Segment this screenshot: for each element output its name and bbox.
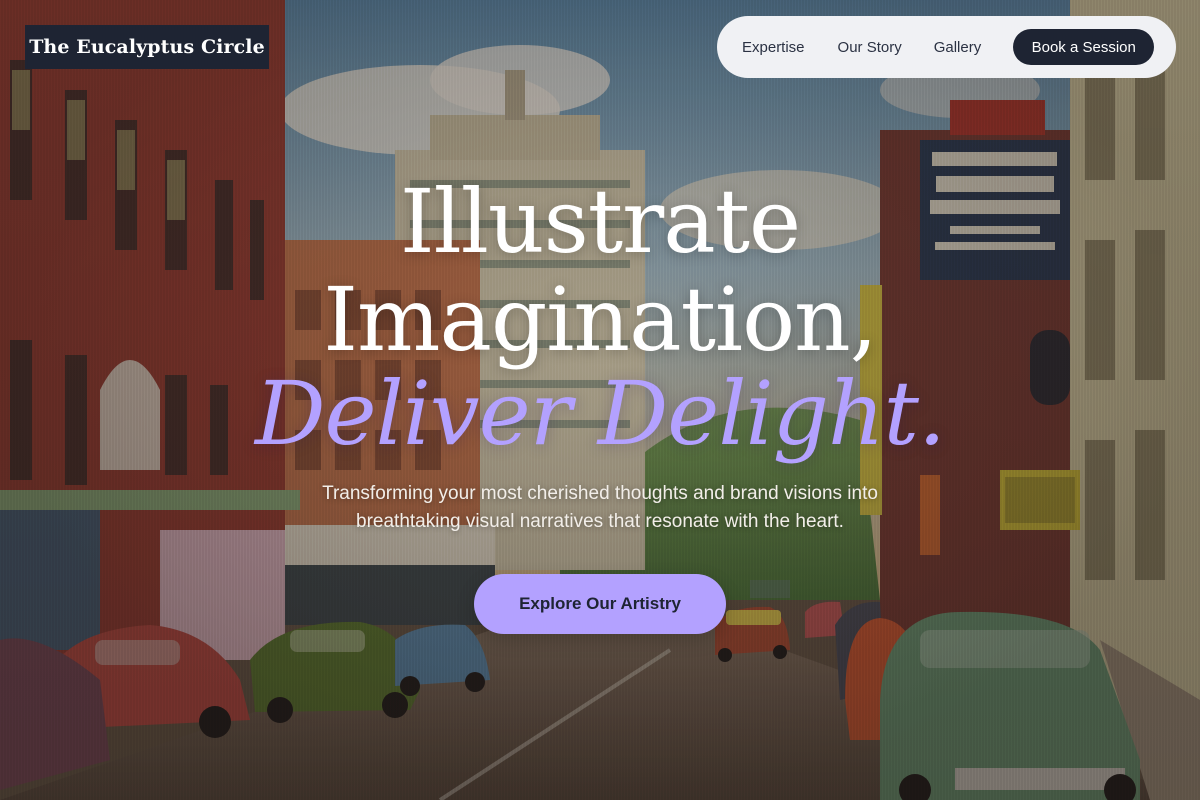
hero-subtitle-line-1: Transforming your most cherished thought… — [322, 483, 878, 504]
book-session-button[interactable]: Book a Session — [1013, 29, 1155, 65]
brand-logo[interactable]: The Eucalyptus Circle — [25, 25, 269, 69]
nav-link-our-story[interactable]: Our Story — [838, 39, 902, 56]
book-session-button-label: Book a Session — [1031, 38, 1136, 56]
brand-name: The Eucalyptus Circle — [29, 36, 265, 58]
explore-artistry-button-label: Explore Our Artistry — [519, 594, 681, 613]
hero-headline-line-1: Illustrate — [399, 170, 801, 273]
hero-subtitle: Transforming your most cherished thought… — [250, 480, 950, 536]
explore-artistry-button[interactable]: Explore Our Artistry — [474, 574, 726, 634]
main-navigation: Expertise Our Story Gallery Book a Sessi… — [717, 16, 1176, 78]
nav-link-gallery[interactable]: Gallery — [934, 39, 982, 56]
nav-link-expertise[interactable]: Expertise — [742, 39, 805, 56]
hero-headline-accent: Deliver Delight. — [254, 362, 946, 465]
hero-subtitle-line-2: breathtaking visual narratives that reso… — [356, 511, 844, 532]
hero-headline-line-2: Imagination, — [323, 268, 877, 371]
